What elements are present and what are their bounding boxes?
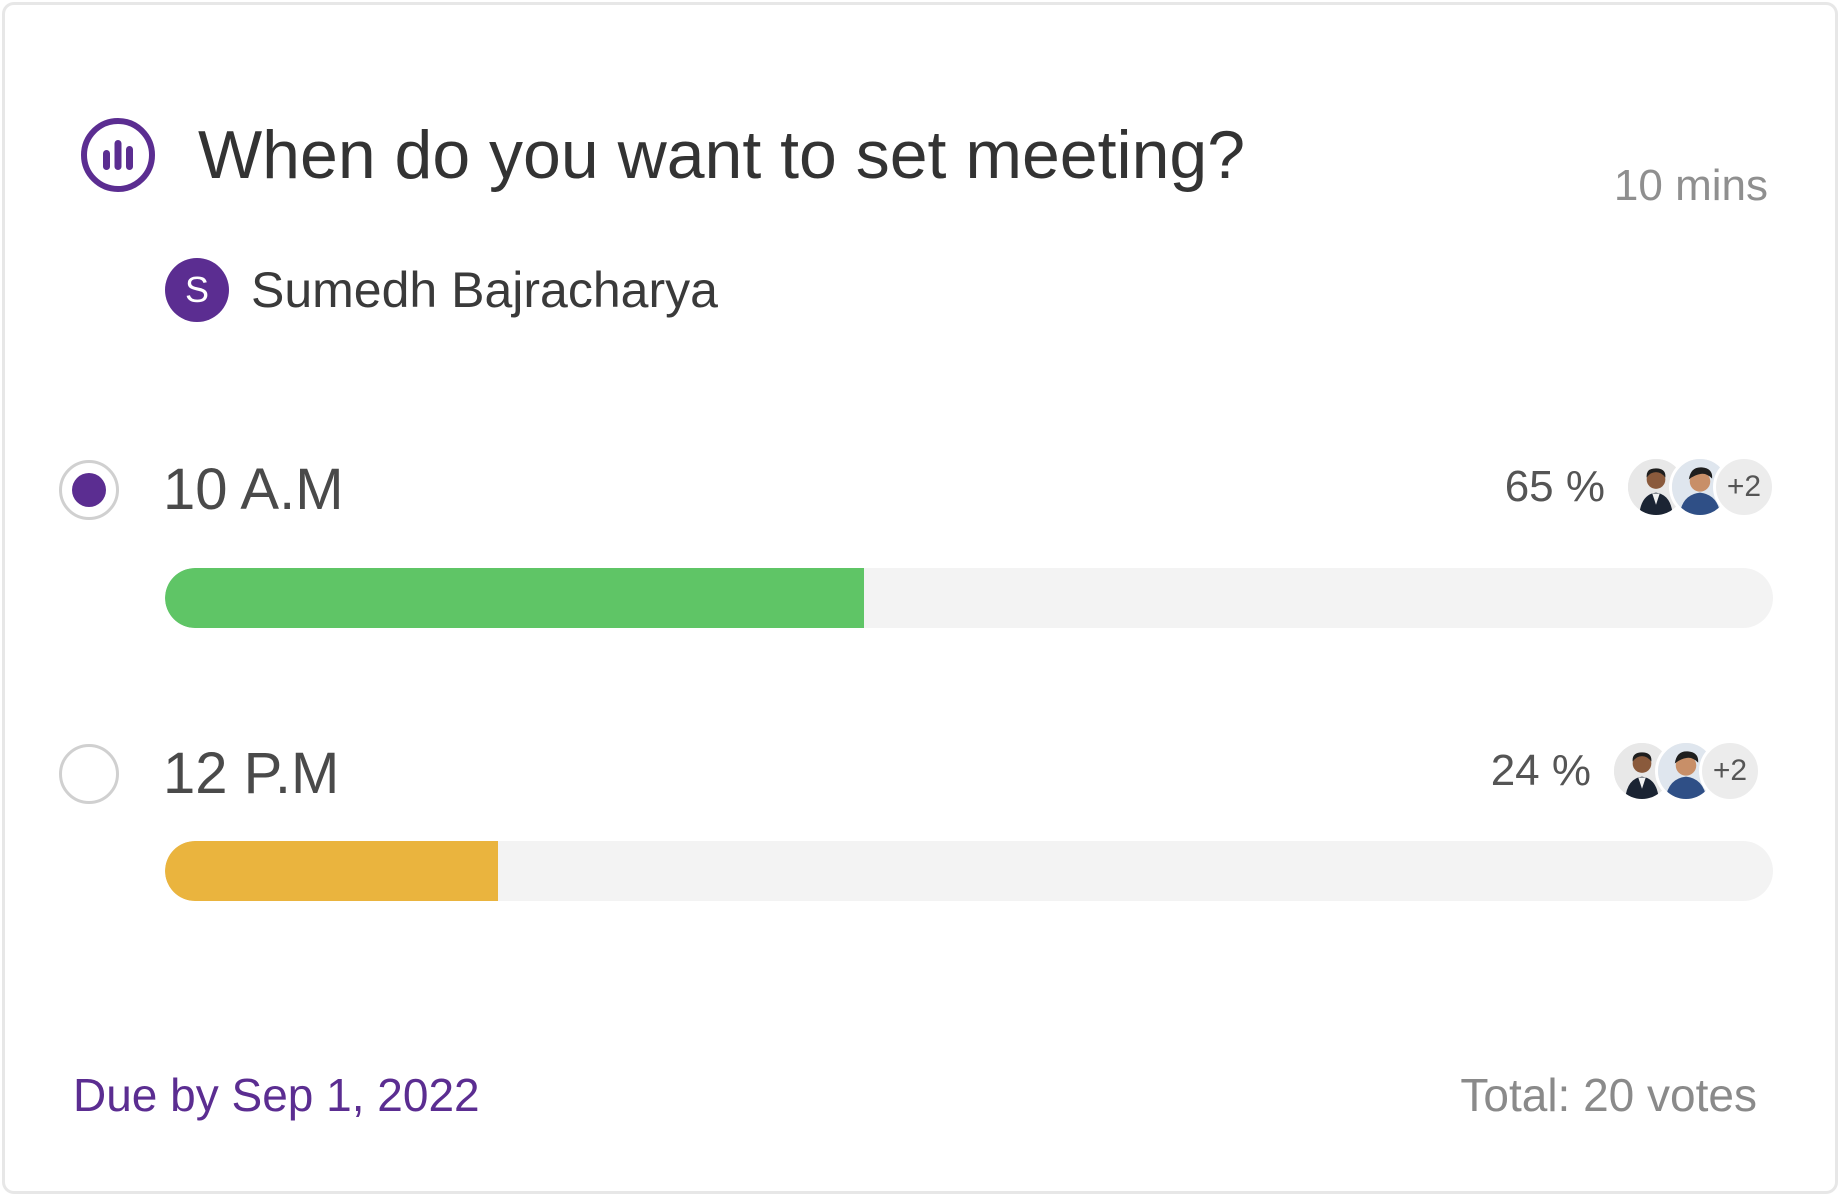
option-stats: 65 % +2 <box>1505 454 1775 520</box>
poll-option-12pm[interactable]: 12 P.M 24 % +2 <box>5 740 1841 914</box>
option-label: 12 P.M <box>163 741 340 806</box>
voter-avatars[interactable]: +2 <box>1625 456 1775 518</box>
option-percent: 65 % <box>1504 462 1605 511</box>
voter-avatars[interactable]: +2 <box>1611 740 1761 802</box>
option-stats: 24 % +2 <box>1491 738 1761 804</box>
option-label: 10 A.M <box>163 457 344 522</box>
poll-question: When do you want to set meeting? <box>198 117 1246 193</box>
option-radio-10am[interactable] <box>59 460 119 520</box>
poll-chart-icon <box>79 116 157 194</box>
option-progress-track <box>165 841 1773 901</box>
more-voters-badge[interactable]: +2 <box>1713 456 1775 518</box>
poll-option-10am[interactable]: 10 A.M 65 % +2 <box>5 456 1841 630</box>
author-name: Sumedh Bajracharya <box>251 262 718 318</box>
total-votes: Total: 20 votes <box>1460 1069 1757 1121</box>
option-progress-fill <box>165 568 865 628</box>
option-progress-track <box>165 568 1773 628</box>
due-date: Due by Sep 1, 2022 <box>73 1069 480 1121</box>
poll-card: When do you want to set meeting? 10 mins… <box>2 2 1838 1194</box>
option-progress-fill <box>165 841 498 901</box>
option-percent: 24 % <box>1490 746 1591 795</box>
poll-timestamp: 10 mins <box>1613 161 1768 210</box>
author-avatar: S <box>165 258 229 322</box>
poll-author: S Sumedh Bajracharya <box>165 257 718 323</box>
more-voters-badge[interactable]: +2 <box>1699 740 1761 802</box>
option-radio-12pm[interactable] <box>59 744 119 804</box>
